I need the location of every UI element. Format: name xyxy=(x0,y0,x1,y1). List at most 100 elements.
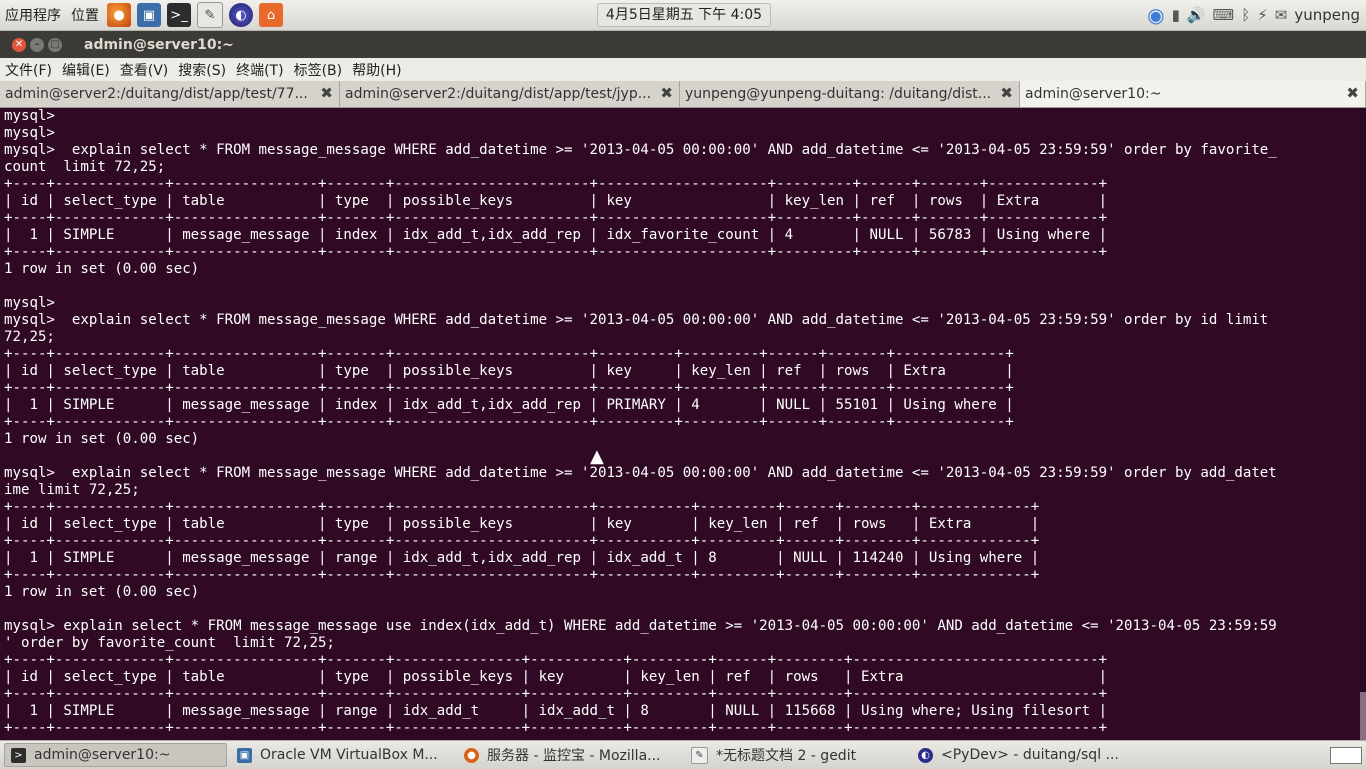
task-label: *无标题文档 2 - gedit xyxy=(716,748,857,764)
tab-server2-77[interactable]: admin@server2:/duitang/dist/app/test/77.… xyxy=(0,81,340,107)
menu-bar: 文件(F) 编辑(E) 查看(V) 搜索(S) 终端(T) 标签(B) 帮助(H… xyxy=(0,58,1366,81)
keyboard-icon[interactable]: ⌨ xyxy=(1213,6,1235,24)
terminal-line: +----+-------------+-----------------+--… xyxy=(4,346,1014,362)
terminal-line: 1 row in set (0.00 sec) xyxy=(4,261,200,277)
tab-server2-jyp[interactable]: admin@server2:/duitang/dist/app/test/jyp… xyxy=(340,81,680,107)
task-virtualbox[interactable]: ▣ Oracle VM VirtualBox M... xyxy=(231,743,454,767)
close-tab-icon[interactable]: ✖ xyxy=(1000,84,1013,102)
terminal-line: | id | select_type | table | type | poss… xyxy=(4,516,1040,532)
terminal-line: 72,25; xyxy=(4,329,55,345)
tab-label: admin@server2:/duitang/dist/app/test/77.… xyxy=(5,86,308,102)
terminal-line: count limit 72,25; xyxy=(4,159,166,175)
window-title: admin@server10:~ xyxy=(84,36,234,53)
terminal-line: mysql> xyxy=(4,108,55,124)
menu-edit[interactable]: 编辑(E) xyxy=(57,60,115,80)
minimize-window-button[interactable]: – xyxy=(30,37,44,52)
tab-yunpeng-duitang[interactable]: yunpeng@yunpeng-duitang: /duitang/dist..… xyxy=(680,81,1020,107)
terminal-line: mysql> explain select * FROM message_mes… xyxy=(4,618,1277,634)
chat-icon[interactable]: ✉ xyxy=(1275,6,1288,24)
close-tab-icon[interactable]: ✖ xyxy=(1346,84,1359,102)
maximize-window-button[interactable]: □ xyxy=(48,37,62,52)
battery-icon[interactable]: ▮ xyxy=(1172,6,1180,24)
text-editor-icon: ✎ xyxy=(691,746,708,764)
terminal-line: 1 row in set (0.00 sec) xyxy=(4,431,200,447)
terminal-line: +----+-------------+-----------------+--… xyxy=(4,380,1014,396)
menu-tabs[interactable]: 标签(B) xyxy=(289,60,348,80)
close-tab-icon[interactable]: ✖ xyxy=(320,84,333,102)
terminal-line: | id | select_type | table | type | poss… xyxy=(4,669,1108,685)
terminal-line: +----+-------------+-----------------+--… xyxy=(4,244,1108,260)
terminal-line: mysql> xyxy=(4,125,55,141)
task-eclipse[interactable]: ◐ <PyDev> - duitang/sql ... xyxy=(912,743,1135,767)
terminal-line: +----+-------------+-----------------+--… xyxy=(4,414,1014,430)
terminal-scrollbar[interactable] xyxy=(1360,108,1366,740)
terminal-line: 1 row in set (0.00 sec) xyxy=(4,584,200,600)
scrollbar-thumb[interactable] xyxy=(1360,692,1366,740)
chromium-icon[interactable]: ◉ xyxy=(1147,3,1164,27)
user-name[interactable]: yunpeng xyxy=(1294,6,1360,24)
clock[interactable]: 4月5日星期五 下午 4:05 xyxy=(597,3,771,27)
terminal-line: +----+-------------+-----------------+--… xyxy=(4,720,1108,736)
terminal-line: +----+-------------+-----------------+--… xyxy=(4,533,1040,549)
terminal-line: mysql> explain select * FROM message_mes… xyxy=(4,142,1277,158)
menu-file[interactable]: 文件(F) xyxy=(0,60,57,80)
task-label: Oracle VM VirtualBox M... xyxy=(260,747,438,763)
applications-menu[interactable]: 应用程序 xyxy=(0,5,66,25)
terminal-line: | 1 | SIMPLE | message_message | index |… xyxy=(4,397,1014,413)
taskbar: > admin@server10:~ ▣ Oracle VM VirtualBo… xyxy=(0,740,1366,769)
terminal-line: +----+-------------+-----------------+--… xyxy=(4,686,1108,702)
close-window-button[interactable]: ✕ xyxy=(12,37,26,52)
virtualbox-icon: ▣ xyxy=(237,747,252,763)
menu-terminal[interactable]: 终端(T) xyxy=(231,60,288,80)
mouse-pointer-icon: ▲ xyxy=(590,446,604,467)
task-terminal[interactable]: > admin@server10:~ xyxy=(4,743,227,767)
terminal-line: | 1 | SIMPLE | message_message | range |… xyxy=(4,703,1108,719)
terminal-line: mysql> explain select * FROM message_mes… xyxy=(4,312,1269,328)
firefox-icon: ● xyxy=(464,747,479,763)
menu-search[interactable]: 搜索(S) xyxy=(173,60,231,80)
tab-label: admin@server2:/duitang/dist/app/test/jyp… xyxy=(345,86,652,102)
terminal-line: ' order by favorite_count limit 72,25; xyxy=(4,635,335,651)
tab-bar: admin@server2:/duitang/dist/app/test/77.… xyxy=(0,81,1366,108)
terminal-line: | 1 | SIMPLE | message_message | range |… xyxy=(4,550,1040,566)
task-gedit[interactable]: ✎ *无标题文档 2 - gedit xyxy=(685,743,908,767)
terminal-output[interactable]: mysql> mysql> mysql> explain select * FR… xyxy=(0,108,1360,740)
bluetooth-icon[interactable]: ᛒ xyxy=(1241,6,1250,24)
eclipse-icon: ◐ xyxy=(918,747,933,763)
tab-server10[interactable]: admin@server10:~ ✖ xyxy=(1020,81,1366,107)
firefox-icon[interactable]: ● xyxy=(107,3,131,27)
volume-icon[interactable]: 🔊 xyxy=(1187,6,1206,24)
tab-label: yunpeng@yunpeng-duitang: /duitang/dist..… xyxy=(685,86,992,102)
terminal-line: | 1 | SIMPLE | message_message | index |… xyxy=(4,227,1108,243)
terminal-line: | id | select_type | table | type | poss… xyxy=(4,363,1014,379)
terminal-line: +----+-------------+-----------------+--… xyxy=(4,499,1040,515)
eclipse-icon[interactable]: ◐ xyxy=(229,3,253,27)
top-panel: 应用程序 位置 ● ▣ >_ ✎ ◐ ⌂ 4月5日星期五 下午 4:05 ◉ ▮… xyxy=(0,0,1366,31)
terminal-line: +----+-------------+-----------------+--… xyxy=(4,176,1108,192)
workspace-switcher[interactable] xyxy=(1330,747,1362,764)
terminal-icon[interactable]: >_ xyxy=(167,3,191,27)
task-firefox[interactable]: ● 服务器 - 监控宝 - Mozilla... xyxy=(458,743,681,767)
close-tab-icon[interactable]: ✖ xyxy=(660,84,673,102)
task-label: admin@server10:~ xyxy=(34,747,171,763)
virtualbox-icon[interactable]: ▣ xyxy=(137,3,161,27)
terminal-line: mysql> xyxy=(4,295,55,311)
places-menu[interactable]: 位置 xyxy=(66,5,104,25)
terminal-line: mysql> explain select * FROM message_mes… xyxy=(4,465,1277,481)
menu-view[interactable]: 查看(V) xyxy=(115,60,174,80)
terminal-line: +----+-------------+-----------------+--… xyxy=(4,652,1108,668)
text-editor-icon[interactable]: ✎ xyxy=(197,2,223,28)
task-label: <PyDev> - duitang/sql ... xyxy=(941,747,1119,763)
terminal-line: | id | select_type | table | type | poss… xyxy=(4,193,1108,209)
home-icon[interactable]: ⌂ xyxy=(259,3,283,27)
terminal-line: +----+-------------+-----------------+--… xyxy=(4,210,1108,226)
terminal-icon: > xyxy=(11,747,26,763)
terminal-line: +----+-------------+-----------------+--… xyxy=(4,567,1040,583)
terminal-line: ime limit 72,25; xyxy=(4,482,140,498)
network-icon[interactable]: ⚡ xyxy=(1257,6,1268,24)
window-titlebar[interactable]: ✕ – □ admin@server10:~ xyxy=(0,31,1366,58)
menu-help[interactable]: 帮助(H) xyxy=(347,60,406,80)
